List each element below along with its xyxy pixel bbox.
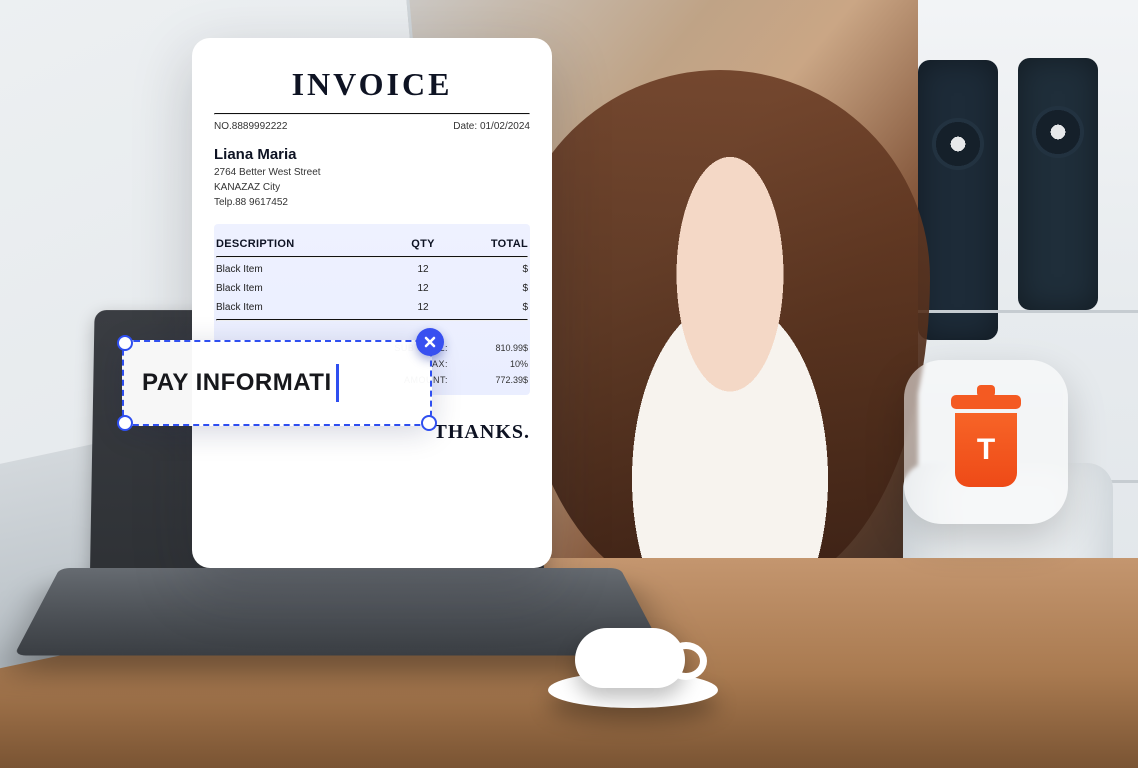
col-qty: QTY [388,238,458,250]
invoice-title: INVOICE [214,66,530,103]
item-desc: Black Item [216,302,388,313]
resize-handle-tl[interactable] [117,335,133,351]
item-total: $ [458,264,528,275]
close-selection-button[interactable] [416,328,444,356]
divider [214,113,530,115]
item-qty: 12 [388,283,458,294]
trash-icon: T [945,395,1027,489]
item-desc: Black Item [216,283,388,294]
text-caret [336,364,339,402]
col-total: TOTAL [458,238,528,250]
invoice-number: NO.8889992222 [214,121,287,132]
divider [216,319,528,321]
amount-value: 772.39$ [458,375,528,385]
col-description: DESCRIPTION [216,238,388,250]
text-edit-selection[interactable]: PAY INFORMATI [122,340,432,426]
item-qty: 12 [388,302,458,313]
edit-text-value[interactable]: PAY INFORMATI [142,369,332,397]
resize-handle-br[interactable] [421,415,437,431]
tax-value: 10% [458,359,528,369]
billto-street: 2764 Better West Street [214,167,530,178]
item-qty: 12 [388,264,458,275]
invoice-date: Date: 01/02/2024 [453,121,530,132]
item-desc: Black Item [216,264,388,275]
binder [1018,58,1098,310]
billto-city: KANAZAZ City [214,182,530,193]
coffee-cup [575,628,685,688]
trash-letter: T [977,433,995,467]
subtotal-value: 810.99$ [458,343,528,353]
item-total: $ [458,283,528,294]
close-icon [424,336,436,348]
billto-phone: Telp.88 9617452 [214,197,530,208]
divider [216,256,528,258]
laptop-base [14,568,666,655]
invoice-card: INVOICE NO.8889992222 Date: 01/02/2024 L… [192,38,552,568]
trash-app-badge[interactable]: T [904,360,1068,524]
resize-handle-bl[interactable] [117,415,133,431]
billto-name: Liana Maria [214,146,530,163]
item-total: $ [458,302,528,313]
